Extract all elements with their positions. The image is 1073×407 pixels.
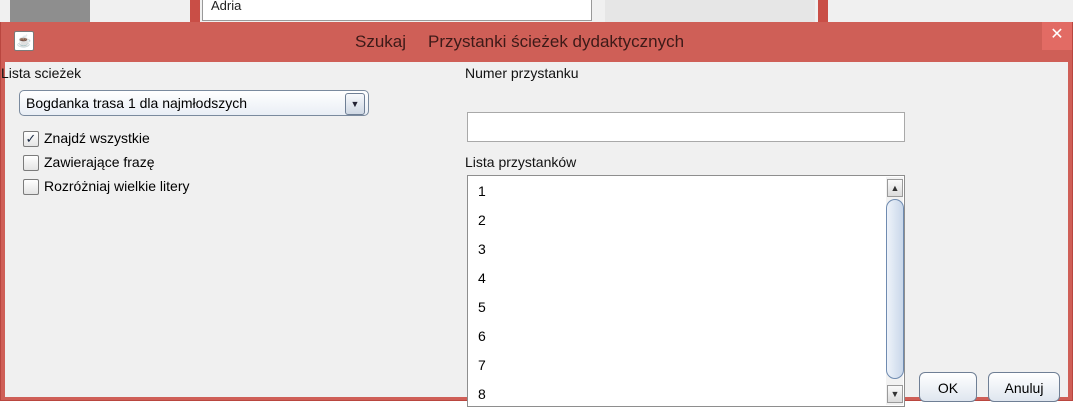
- path-select-value: Bogdanka trasa 1 dla najmłodszych: [26, 95, 248, 111]
- background-app-strip: Adria: [0, 0, 1073, 22]
- dialog-content: Lista scieżek Bogdanka trasa 1 dla najmł…: [1, 62, 1068, 407]
- checkbox-case-sensitive-box[interactable]: [23, 179, 39, 195]
- list-item[interactable]: 8: [478, 386, 486, 402]
- arrow-up-icon[interactable]: ▲: [887, 179, 903, 197]
- stops-list[interactable]: 1 2 3 4 5 6 7 8 ▲ ▼: [467, 175, 905, 407]
- search-dialog: ☕ Szukaj Przystanki ścieżek dydaktycznyc…: [0, 22, 1073, 407]
- chevron-down-icon[interactable]: ▼: [345, 93, 365, 115]
- stop-number-label: Numer przystanku: [465, 65, 579, 81]
- background-panel-pale: [605, 0, 815, 22]
- background-text-field: Adria: [202, 0, 592, 21]
- paths-list-label: Lista scieżek: [1, 65, 82, 81]
- list-item[interactable]: 7: [478, 357, 486, 373]
- checkbox-case-sensitive-label: Rozróżniaj wielkie litery: [44, 178, 190, 194]
- title-bar[interactable]: ☕ Szukaj Przystanki ścieżek dydaktycznyc…: [1, 22, 1072, 62]
- checkbox-contains-phrase-box[interactable]: [23, 155, 39, 171]
- scrollbar-thumb[interactable]: [886, 199, 904, 379]
- list-item[interactable]: 3: [478, 241, 486, 257]
- ok-button[interactable]: OK: [919, 372, 977, 402]
- background-border-right: [818, 0, 828, 22]
- stops-list-label: Lista przystanków: [465, 154, 577, 170]
- checkbox-find-all-box[interactable]: ✓: [23, 131, 39, 147]
- list-item[interactable]: 2: [478, 212, 486, 228]
- dialog-title: Szukaj Przystanki ścieżek dydaktycznych: [1, 22, 1072, 62]
- checkbox-find-all-label: Znajdź wszystkie: [44, 130, 150, 146]
- background-panel: [10, 0, 90, 22]
- title-search: Szukaj: [355, 32, 407, 51]
- stops-list-scrollbar[interactable]: ▲ ▼: [886, 177, 904, 405]
- list-item[interactable]: 4: [478, 270, 486, 286]
- close-button[interactable]: ✕: [1042, 22, 1072, 50]
- stop-number-input[interactable]: [467, 112, 905, 142]
- arrow-down-icon[interactable]: ▼: [887, 385, 903, 403]
- background-border: [190, 0, 200, 22]
- checkbox-contains-phrase-label: Zawierające frazę: [44, 154, 155, 170]
- list-item[interactable]: 1: [478, 183, 486, 199]
- path-select[interactable]: Bogdanka trasa 1 dla najmłodszych ▼: [19, 90, 369, 116]
- cancel-button[interactable]: Anuluj: [988, 372, 1060, 402]
- list-item[interactable]: 6: [478, 328, 486, 344]
- list-item[interactable]: 5: [478, 299, 486, 315]
- title-stops: Przystanki ścieżek dydaktycznych: [428, 32, 685, 51]
